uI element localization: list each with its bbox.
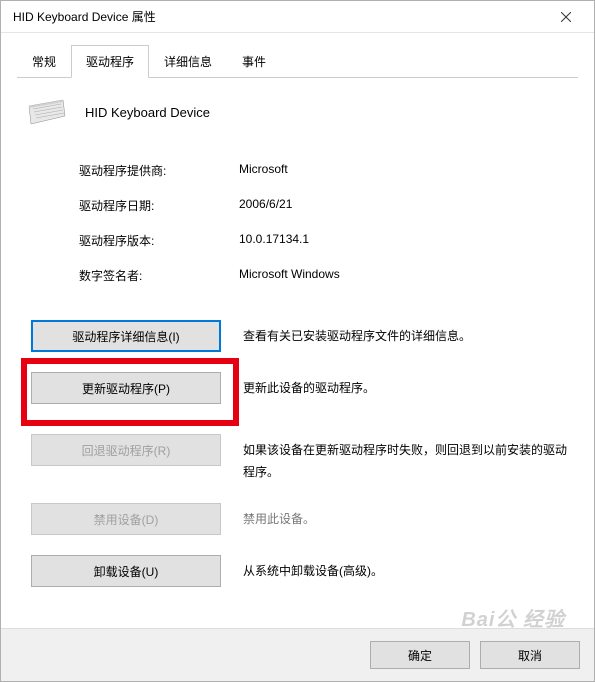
date-label: 驱动程序日期:	[79, 197, 239, 214]
version-value: 10.0.17134.1	[239, 232, 309, 249]
close-icon	[561, 12, 571, 22]
provider-value: Microsoft	[239, 162, 288, 179]
driver-details-desc: 查看有关已安装驱动程序文件的详细信息。	[243, 320, 570, 348]
signer-value: Microsoft Windows	[239, 267, 340, 284]
dialog-footer: 确定 取消	[1, 628, 594, 681]
watermark: Bai公 经验	[461, 603, 565, 632]
tab-content: HID Keyboard Device 驱动程序提供商: Microsoft 驱…	[17, 78, 578, 618]
rollback-driver-desc: 如果该设备在更新驱动程序时失败，则回退到以前安装的驱动程序。	[243, 434, 570, 483]
info-row-provider: 驱动程序提供商: Microsoft	[79, 162, 570, 179]
rollback-driver-button: 回退驱动程序(R)	[31, 434, 221, 466]
info-row-date: 驱动程序日期: 2006/6/21	[79, 197, 570, 214]
disable-device-button: 禁用设备(D)	[31, 503, 221, 535]
window-title: HID Keyboard Device 属性	[13, 8, 546, 25]
uninstall-device-desc: 从系统中卸载设备(高级)。	[243, 555, 570, 583]
signer-label: 数字签名者:	[79, 267, 239, 284]
info-row-signer: 数字签名者: Microsoft Windows	[79, 267, 570, 284]
uninstall-device-button[interactable]: 卸载设备(U)	[31, 555, 221, 587]
tab-driver[interactable]: 驱动程序	[71, 45, 149, 78]
action-row-uninstall: 卸载设备(U) 从系统中卸载设备(高级)。	[25, 555, 570, 587]
ok-button[interactable]: 确定	[370, 641, 470, 669]
version-label: 驱动程序版本:	[79, 232, 239, 249]
update-driver-desc: 更新此设备的驱动程序。	[243, 372, 570, 400]
keyboard-icon	[27, 98, 67, 126]
disable-device-desc: 禁用此设备。	[243, 503, 570, 531]
tab-events[interactable]: 事件	[227, 45, 281, 78]
cancel-button[interactable]: 取消	[480, 641, 580, 669]
tab-strip: 常规 驱动程序 详细信息 事件	[17, 45, 578, 78]
content-area: 常规 驱动程序 详细信息 事件 HID Keyboard Device 驱动程序	[1, 33, 594, 628]
driver-info: 驱动程序提供商: Microsoft 驱动程序日期: 2006/6/21 驱动程…	[79, 162, 570, 284]
date-value: 2006/6/21	[239, 197, 292, 214]
provider-label: 驱动程序提供商:	[79, 162, 239, 179]
tab-details[interactable]: 详细信息	[149, 45, 227, 78]
device-header: HID Keyboard Device	[25, 98, 570, 126]
update-driver-button[interactable]: 更新驱动程序(P)	[31, 372, 221, 404]
action-row-details: 驱动程序详细信息(I) 查看有关已安装驱动程序文件的详细信息。	[25, 320, 570, 352]
action-row-rollback: 回退驱动程序(R) 如果该设备在更新驱动程序时失败，则回退到以前安装的驱动程序。	[25, 434, 570, 483]
driver-details-button[interactable]: 驱动程序详细信息(I)	[31, 320, 221, 352]
properties-window: HID Keyboard Device 属性 常规 驱动程序 详细信息 事件	[0, 0, 595, 682]
action-row-update: 更新驱动程序(P) 更新此设备的驱动程序。	[25, 372, 570, 404]
action-row-disable: 禁用设备(D) 禁用此设备。	[25, 503, 570, 535]
titlebar: HID Keyboard Device 属性	[1, 1, 594, 33]
info-row-version: 驱动程序版本: 10.0.17134.1	[79, 232, 570, 249]
device-name: HID Keyboard Device	[85, 105, 210, 120]
close-button[interactable]	[546, 1, 586, 33]
tab-general[interactable]: 常规	[17, 45, 71, 78]
